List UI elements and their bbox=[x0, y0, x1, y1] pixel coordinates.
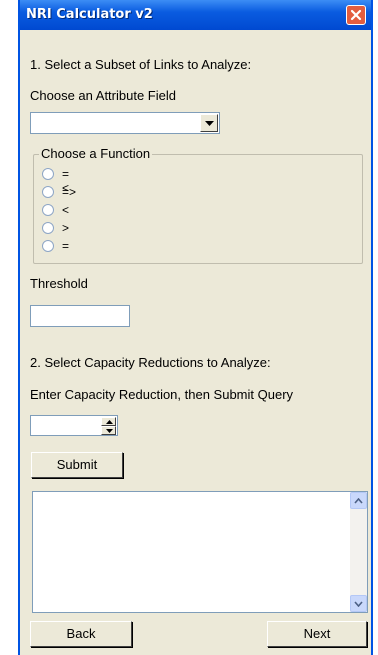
close-button[interactable] bbox=[346, 5, 366, 25]
submit-button[interactable]: Submit bbox=[31, 452, 123, 478]
radio-label: > bbox=[62, 221, 70, 235]
radio-button[interactable] bbox=[42, 168, 54, 180]
radio-label: = bbox=[62, 239, 70, 253]
scroll-down-button[interactable] bbox=[350, 595, 367, 612]
radio-button[interactable] bbox=[42, 240, 54, 252]
nri-calculator-window: NRI Calculator v2 1. Select a Subset of … bbox=[18, 0, 373, 655]
title-bar[interactable]: NRI Calculator v2 bbox=[20, 0, 371, 30]
dropdown-button[interactable] bbox=[200, 114, 218, 132]
scroll-up-button[interactable] bbox=[350, 492, 367, 509]
attribute-field-dropdown[interactable] bbox=[30, 112, 220, 134]
next-button[interactable]: Next bbox=[267, 621, 367, 647]
function-group-title: Choose a Function bbox=[39, 146, 153, 161]
capacity-instruction: Enter Capacity Reduction, then Submit Qu… bbox=[30, 387, 294, 402]
radio-label: < bbox=[62, 203, 70, 217]
spin-down-button[interactable] bbox=[101, 426, 116, 435]
radio-button[interactable] bbox=[42, 204, 54, 216]
window-title: NRI Calculator v2 bbox=[26, 7, 153, 22]
radio-button[interactable] bbox=[42, 222, 54, 234]
spin-up-button[interactable] bbox=[101, 417, 116, 426]
section2-heading: 2. Select Capacity Reductions to Analyze… bbox=[30, 355, 271, 370]
back-button[interactable]: Back bbox=[30, 621, 132, 647]
results-textarea[interactable] bbox=[32, 491, 368, 613]
section1-heading: 1. Select a Subset of Links to Analyze: bbox=[30, 57, 252, 72]
capacity-reduction-stepper[interactable] bbox=[30, 415, 118, 436]
threshold-label: Threshold bbox=[30, 276, 88, 291]
radio-button[interactable] bbox=[42, 186, 54, 198]
function-groupbox: Choose a Function =< => < > = bbox=[33, 146, 363, 264]
results-scrollbar[interactable] bbox=[350, 492, 367, 612]
radio-label: => bbox=[62, 185, 77, 199]
attribute-field-label: Choose an Attribute Field bbox=[30, 88, 176, 103]
threshold-input[interactable] bbox=[30, 305, 130, 327]
